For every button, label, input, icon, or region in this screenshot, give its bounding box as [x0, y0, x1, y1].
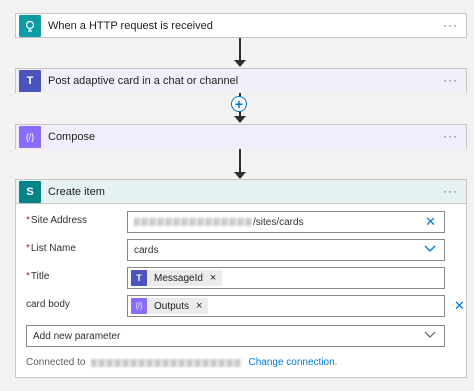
more-options-icon[interactable]: ··· — [443, 184, 458, 198]
step-title: Compose — [48, 131, 96, 143]
redacted-text — [134, 218, 252, 226]
step-post-adaptive-card[interactable]: T Post adaptive card in a chat or channe… — [15, 68, 467, 93]
list-name-row: *List Name cards — [16, 239, 466, 261]
remove-token-icon[interactable]: × — [196, 300, 202, 312]
more-options-icon[interactable]: ··· — [443, 73, 458, 87]
step-header[interactable]: When a HTTP request is received ··· — [16, 14, 466, 38]
site-address-input[interactable]: /sites/cards ✕ — [127, 211, 445, 233]
teams-icon: T — [131, 270, 147, 286]
teams-icon: T — [19, 70, 41, 92]
step-header[interactable]: {/} Compose ··· — [16, 125, 466, 149]
step-header[interactable]: T Post adaptive card in a chat or channe… — [16, 69, 466, 93]
connector-arrow-3 — [239, 149, 241, 173]
compose-icon: {/} — [19, 126, 41, 148]
title-row: *Title T MessageId × — [16, 267, 466, 289]
connected-to-label: Connected to — [26, 357, 86, 368]
step-title: Post adaptive card in a chat or channel — [48, 75, 239, 87]
connection-info: Connected to Change connection. — [26, 357, 337, 368]
token-label: MessageId — [154, 272, 203, 284]
redacted-text — [90, 358, 241, 367]
connector-arrowhead-1 — [234, 60, 246, 67]
step-header[interactable]: S Create item ··· — [16, 180, 466, 204]
remove-parameter-icon[interactable]: ✕ — [454, 298, 465, 314]
change-connection-link[interactable]: Change connection. — [249, 357, 338, 368]
title-label: *Title — [26, 271, 50, 282]
card-body-label: card body — [26, 299, 70, 310]
card-body-input[interactable]: {/} Outputs × — [127, 295, 445, 317]
list-name-label: *List Name — [26, 243, 76, 254]
card-body-row: card body {/} Outputs × ✕ — [16, 295, 466, 317]
remove-token-icon[interactable]: × — [210, 272, 216, 284]
step-title: When a HTTP request is received — [48, 20, 213, 32]
globe-icon — [19, 15, 41, 37]
clear-icon[interactable]: ✕ — [425, 215, 436, 229]
compose-icon: {/} — [131, 298, 147, 314]
step-http-request[interactable]: When a HTTP request is received ··· — [15, 13, 467, 38]
step-compose[interactable]: {/} Compose ··· — [15, 124, 467, 149]
chevron-down-icon[interactable] — [424, 328, 436, 343]
connector-arrowhead-3 — [234, 172, 246, 179]
site-address-row: *Site Address /sites/cards ✕ — [16, 211, 466, 233]
step-title: Create item — [48, 185, 105, 198]
title-input[interactable]: T MessageId × — [127, 267, 445, 289]
sharepoint-icon: S — [19, 180, 41, 203]
list-name-value: cards — [134, 244, 159, 256]
step-create-item[interactable]: S Create item ··· *Site Address /sites/c… — [15, 179, 467, 378]
add-new-parameter-label: Add new parameter — [33, 330, 121, 342]
token-label: Outputs — [154, 300, 190, 312]
more-options-icon[interactable]: ··· — [443, 129, 458, 143]
add-new-parameter-select[interactable]: Add new parameter — [26, 325, 445, 347]
chevron-down-icon[interactable] — [424, 242, 436, 257]
list-name-select[interactable]: cards — [127, 239, 445, 261]
connector-arrowhead-2 — [234, 116, 246, 123]
dynamic-content-token[interactable]: {/} Outputs × — [131, 298, 209, 314]
site-address-label: *Site Address — [26, 215, 88, 226]
connector-arrow-1 — [239, 38, 241, 61]
more-options-icon[interactable]: ··· — [443, 18, 458, 32]
dynamic-content-token[interactable]: T MessageId × — [131, 270, 223, 286]
insert-step-plus-button[interactable]: + — [231, 96, 247, 112]
